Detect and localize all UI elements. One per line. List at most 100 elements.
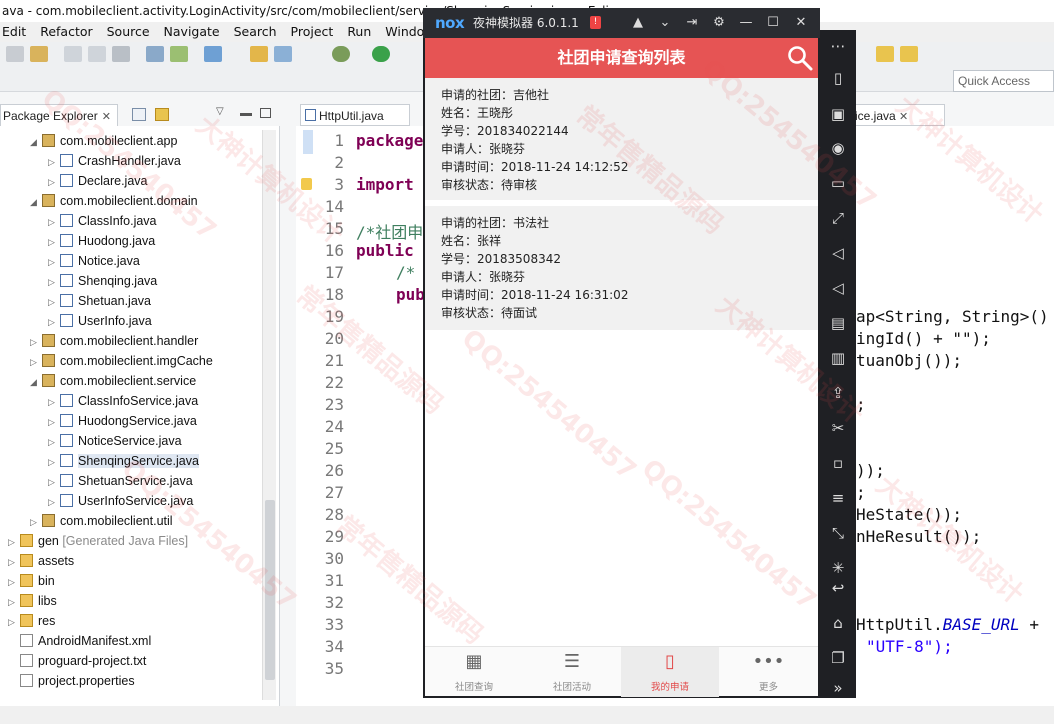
shake-icon[interactable]: ▯	[828, 68, 848, 88]
tree-item[interactable]: proguard-project.txt	[8, 651, 146, 671]
collapse-all-icon[interactable]	[132, 108, 146, 121]
link-icon[interactable]: ⤡	[828, 523, 848, 543]
close-icon[interactable]: ✕	[791, 8, 811, 38]
package-explorer-tab[interactable]: Package Explorer ✕	[0, 104, 118, 126]
tree-item[interactable]: ▷ UserInfo.java	[48, 311, 152, 331]
tree-item[interactable]: ◢ com.mobileclient.domain	[30, 191, 198, 211]
tree-item[interactable]: ▷ ClassInfo.java	[48, 211, 157, 231]
volume-down-icon[interactable]: ◁	[828, 278, 848, 298]
print-icon[interactable]	[112, 46, 130, 62]
menu-icon[interactable]: ≡	[828, 488, 848, 508]
tree-item[interactable]: AndroidManifest.xml	[8, 631, 151, 651]
expand-icon[interactable]: »	[828, 678, 848, 698]
collapsed-arrow-icon[interactable]: ▷	[48, 432, 60, 452]
close-icon[interactable]: ✕	[102, 111, 111, 123]
expanded-arrow-icon[interactable]: ◢	[30, 192, 42, 212]
volume-up-icon[interactable]: ◁	[828, 243, 848, 263]
screen-icon[interactable]: ▭	[828, 173, 848, 193]
menu-navigate[interactable]: Navigate	[164, 22, 220, 42]
tree-item[interactable]: ▷ ShenqingService.java	[48, 451, 199, 471]
menu-refactor[interactable]: Refactor	[40, 22, 92, 42]
tab-more[interactable]: ••• 更多	[719, 647, 818, 697]
minimize-icon[interactable]	[240, 113, 252, 116]
apk-icon[interactable]: ⇪	[828, 383, 848, 403]
back-icon[interactable]: ↩	[828, 578, 848, 598]
shirt-icon[interactable]: ▲	[628, 8, 648, 38]
pin-icon[interactable]: ⇥	[682, 8, 702, 38]
tree-item[interactable]: ▷ com.mobileclient.util	[30, 511, 173, 531]
tree-item[interactable]: ▷ UserInfoService.java	[48, 491, 193, 511]
collapsed-arrow-icon[interactable]: ▷	[48, 412, 60, 432]
collapsed-arrow-icon[interactable]: ▷	[8, 612, 20, 632]
application-card-1[interactable]: 申请的社团：吉他社 姓名：王晓彤 学号：201834022144 申请人：张晓芬…	[425, 78, 818, 200]
new-package-icon[interactable]	[30, 46, 48, 62]
layout-icon[interactable]: ▫	[828, 453, 848, 473]
package-scrollbar[interactable]	[262, 130, 276, 700]
open-type-icon[interactable]	[250, 46, 268, 62]
tree-item[interactable]: ◢ com.mobileclient.app	[30, 131, 177, 151]
collapsed-arrow-icon[interactable]: ▷	[48, 272, 60, 292]
nox-update-badge[interactable]: !	[590, 16, 601, 29]
recent-apps-icon[interactable]: ❐	[828, 648, 848, 668]
view-menu-icon[interactable]: ▽	[216, 106, 224, 117]
tree-item[interactable]: ▷ Notice.java	[48, 251, 140, 271]
application-card-2[interactable]: 申请的社团：书法社 姓名：张祥 学号：20183508342 申请人：张晓芬 申…	[425, 206, 818, 330]
maximize-icon[interactable]	[260, 108, 271, 118]
tree-item[interactable]: ▷ CrashHandler.java	[48, 151, 181, 171]
tab-httputil[interactable]: HttpUtil.java	[300, 104, 410, 126]
android-sdk-icon[interactable]	[170, 46, 188, 62]
tab-society-activity[interactable]: ☰ 社团活动	[523, 647, 621, 697]
collapsed-arrow-icon[interactable]: ▷	[48, 312, 60, 332]
fullscreen-icon[interactable]: ⤢	[828, 208, 848, 228]
collapsed-arrow-icon[interactable]: ▷	[48, 252, 60, 272]
tab-my-applications[interactable]: ▯ 我的申请	[621, 647, 719, 697]
collapsed-arrow-icon[interactable]: ▷	[48, 172, 60, 192]
collapsed-arrow-icon[interactable]: ▷	[30, 352, 42, 372]
download-icon[interactable]	[146, 46, 164, 62]
save-icon[interactable]	[64, 46, 82, 62]
quick-access-input[interactable]: Quick Access	[953, 70, 1054, 92]
forward-nav-icon[interactable]	[900, 46, 918, 62]
menu-search[interactable]: Search	[234, 22, 277, 42]
tree-item[interactable]: ▷ ClassInfoService.java	[48, 391, 198, 411]
tree-item[interactable]: ▷ com.mobileclient.handler	[30, 331, 198, 351]
tree-item[interactable]: ▷ libs	[8, 591, 57, 611]
collapsed-arrow-icon[interactable]: ▷	[48, 472, 60, 492]
debug-icon[interactable]	[332, 46, 350, 62]
chevron-down-icon[interactable]: ⌄	[655, 8, 675, 38]
collapsed-arrow-icon[interactable]: ▷	[48, 452, 60, 472]
back-nav-icon[interactable]	[876, 46, 894, 62]
save-all-icon[interactable]	[88, 46, 106, 62]
tree-item[interactable]: ▷ com.mobileclient.imgCache	[30, 351, 213, 371]
search-tool-icon[interactable]	[274, 46, 292, 62]
collapsed-arrow-icon[interactable]: ▷	[30, 512, 42, 532]
tree-item[interactable]: ▷ Shetuan.java	[48, 291, 151, 311]
tree-item[interactable]: ◢ com.mobileclient.service	[30, 371, 196, 391]
collapsed-arrow-icon[interactable]: ▷	[48, 212, 60, 232]
tree-item[interactable]: ▷ bin	[8, 571, 55, 591]
tree-item[interactable]: ▷ Declare.java	[48, 171, 147, 191]
minimize-icon[interactable]: —	[736, 8, 756, 38]
tree-item[interactable]: ▷ HuodongService.java	[48, 411, 197, 431]
menu-edit[interactable]: Edit	[2, 22, 26, 42]
loading-icon[interactable]: ✳	[828, 558, 848, 578]
tree-item[interactable]: ▷ res	[8, 611, 55, 631]
tree-item[interactable]: ▷ Huodong.java	[48, 231, 155, 251]
expanded-arrow-icon[interactable]: ◢	[30, 132, 42, 152]
gear-icon[interactable]: ⚙	[709, 8, 729, 38]
tree-item[interactable]: ▷ assets	[8, 551, 74, 571]
maximize-icon[interactable]: ☐	[763, 8, 783, 38]
collapsed-arrow-icon[interactable]: ▷	[48, 392, 60, 412]
tree-item[interactable]: ▷ ShetuanService.java	[48, 471, 193, 491]
scrollbar-thumb[interactable]	[265, 500, 275, 680]
checkbox-icon[interactable]	[204, 46, 222, 62]
robot-icon[interactable]: ▣	[828, 104, 848, 124]
collapsed-arrow-icon[interactable]: ▷	[48, 232, 60, 252]
collapsed-arrow-icon[interactable]: ▷	[48, 152, 60, 172]
multi-window-icon[interactable]: ▥	[828, 348, 848, 368]
menu-project[interactable]: Project	[291, 22, 334, 42]
collapsed-arrow-icon[interactable]: ▷	[30, 332, 42, 352]
home-icon[interactable]: ⌂	[828, 613, 848, 633]
scissors-icon[interactable]: ✂	[828, 418, 848, 438]
tree-item[interactable]: ▷ Shenqing.java	[48, 271, 157, 291]
